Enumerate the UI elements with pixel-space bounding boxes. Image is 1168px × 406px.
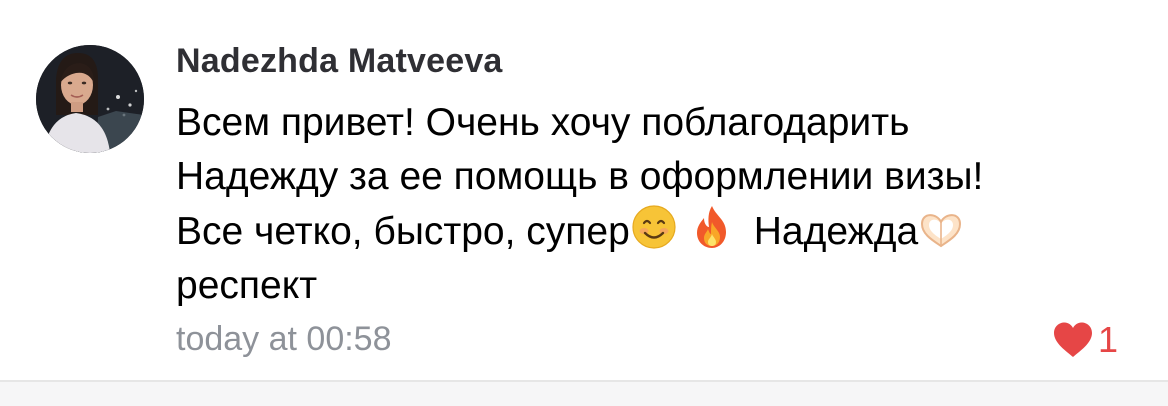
comment-line-3: Все четко, быстро, супер Надежда (176, 204, 1106, 259)
user-avatar-photo (36, 45, 144, 153)
comment-line-3-name: Надежда (753, 210, 919, 253)
like-count: 1 (1098, 319, 1119, 360)
comment-text: Всем привет! Очень хочу поблагодарить На… (176, 96, 1106, 313)
comment-line-2: Надежду за ее помощь в оформлении визы! (176, 155, 984, 198)
like-button[interactable]: 1 (1052, 318, 1118, 362)
comment-item: Nadezhda Matveeva Всем привет! Очень хоч… (0, 0, 1168, 380)
heart-hands-emoji (918, 210, 964, 250)
comment-line-4: респект (176, 264, 318, 307)
author-name[interactable]: Nadezhda Matveeva (176, 42, 503, 81)
avatar[interactable] (36, 45, 144, 153)
fire-emoji (690, 204, 734, 250)
next-section-background (0, 382, 1168, 406)
comment-timestamp: today at 00:58 (176, 320, 392, 358)
comment-line-3-text: Все четко, быстро, супер (176, 210, 630, 253)
heart-icon (1054, 322, 1092, 357)
smiling-face-emoji (630, 204, 678, 250)
comment-line-1: Всем привет! Очень хочу поблагодарить (176, 101, 910, 144)
